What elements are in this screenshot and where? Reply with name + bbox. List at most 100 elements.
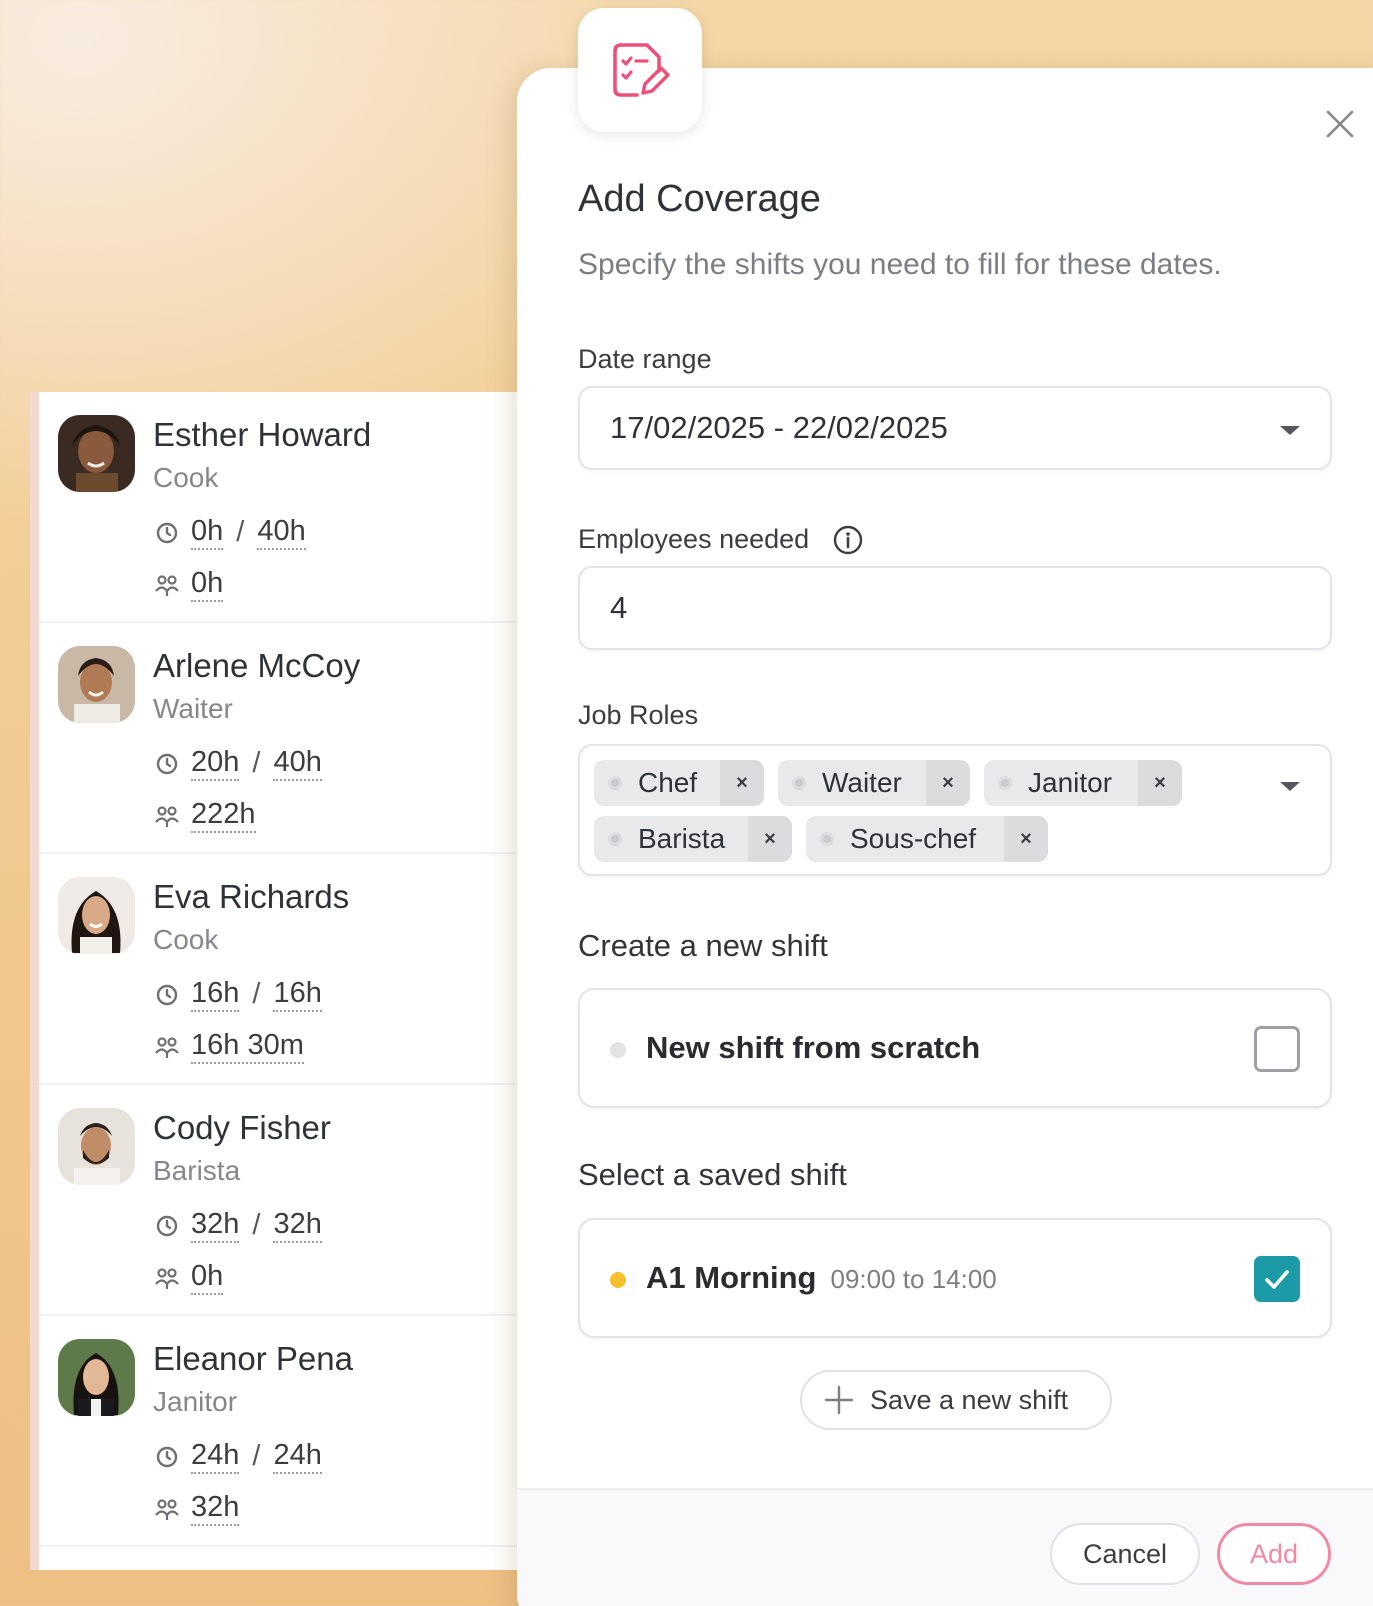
job-roles-label: Job Roles (578, 700, 699, 730)
employee-row[interactable]: Cody Fisher Barista 32h / 32h 0h (39, 1085, 590, 1316)
avatar (58, 1108, 135, 1185)
stat-separator: / (252, 978, 261, 1010)
date-range-select[interactable]: 17/02/2025 - 22/02/2025 (578, 386, 1332, 470)
close-icon (1326, 110, 1354, 138)
team-hours: 0h (191, 1260, 224, 1295)
employee-role: Barista (153, 1155, 241, 1186)
hours-total: 32h (273, 1208, 322, 1243)
users-icon (153, 1264, 181, 1292)
new-shift-label: New shift from scratch (646, 1030, 981, 1065)
team-hours: 0h (191, 567, 224, 602)
new-shift-checkbox[interactable] (1254, 1026, 1300, 1072)
chip-label: Sous-chef (850, 823, 977, 854)
chip-label: Chef (638, 767, 698, 798)
save-new-shift-label: Save a new shift (870, 1384, 1069, 1415)
chip-label: Janitor (1028, 767, 1113, 798)
hours-total: 40h (257, 515, 306, 550)
team-hours-stat: 16h 30m (153, 1029, 304, 1064)
saved-shift-name: A1 Morning (646, 1260, 817, 1295)
role-chip-janitor: Janitor × (984, 760, 1182, 806)
hours-worked: 0h (191, 515, 224, 550)
employee-row[interactable]: Eva Richards Cook 16h / 16h 16h 30m (39, 854, 590, 1085)
users-icon (153, 571, 181, 599)
employee-name: Arlene McCoy (153, 647, 361, 684)
employee-row[interactable]: Arlene McCoy Waiter 20h / 40h 222h (39, 623, 590, 854)
employee-role: Waiter (153, 693, 233, 724)
saved-shift-option[interactable]: A1 Morning 09:00 to 14:00 (578, 1218, 1332, 1338)
hours-stat: 24h / 24h (153, 1439, 322, 1474)
hours-total: 16h (273, 977, 322, 1012)
employees-needed-value: 4 (610, 590, 628, 625)
chip-label: Barista (638, 823, 726, 854)
team-hours-stat: 222h (153, 798, 256, 833)
cancel-button[interactable]: Cancel (1050, 1523, 1200, 1585)
team-hours: 16h 30m (191, 1029, 304, 1064)
info-icon[interactable] (832, 524, 864, 556)
employee-name: Cody Fisher (153, 1109, 331, 1146)
remove-janitor-button[interactable]: × (1138, 760, 1182, 806)
plus-icon (822, 1383, 856, 1417)
chip-label: Waiter (822, 767, 902, 798)
remove-sous-chef-button[interactable]: × (1004, 816, 1048, 862)
users-icon (153, 1033, 181, 1061)
stat-separator: / (252, 1209, 261, 1241)
job-roles-select[interactable]: Chef × Waiter × Janitor × Barista × Sous… (578, 744, 1332, 876)
role-chip-barista: Barista × (594, 816, 792, 862)
avatar (58, 877, 135, 954)
stat-separator: / (236, 516, 245, 548)
clock-icon (153, 1212, 181, 1240)
hours-worked: 16h (191, 977, 240, 1012)
chip-dot (792, 776, 806, 790)
users-icon (153, 802, 181, 830)
saved-shift-label: Select a saved shift (578, 1157, 847, 1192)
users-icon (153, 1495, 181, 1523)
hours-stat: 20h / 40h (153, 746, 322, 781)
employee-row[interactable]: Esther Howard Cook 0h / 40h 0h (39, 392, 590, 623)
remove-barista-button[interactable]: × (748, 816, 792, 862)
team-hours-stat: 0h (153, 567, 224, 602)
modal-title: Add Coverage (578, 178, 821, 220)
chevron-down-icon (1280, 426, 1300, 435)
chip-dot (820, 832, 834, 846)
employee-list: Esther Howard Cook 0h / 40h 0h Arlene Mc… (30, 392, 590, 1570)
hours-stat: 0h / 40h (153, 515, 306, 550)
hours-worked: 20h (191, 746, 240, 781)
add-button[interactable]: Add (1217, 1523, 1331, 1585)
clock-icon (153, 981, 181, 1009)
employee-role: Janitor (153, 1386, 238, 1417)
date-range-label: Date range (578, 344, 712, 374)
avatar (58, 646, 135, 723)
stat-separator: / (252, 747, 261, 779)
remove-chef-button[interactable]: × (720, 760, 764, 806)
hours-total: 24h (273, 1439, 322, 1474)
create-shift-label: Create a new shift (578, 928, 828, 963)
document-edit-icon (578, 8, 702, 132)
saved-shift-time: 09:00 to 14:00 (830, 1264, 997, 1294)
avatar (58, 1339, 135, 1416)
save-new-shift-button[interactable]: Save a new shift (800, 1370, 1112, 1430)
team-hours-stat: 32h (153, 1491, 240, 1526)
saved-shift-checkbox[interactable] (1254, 1256, 1300, 1302)
team-hours: 32h (191, 1491, 240, 1526)
chip-dot (608, 832, 622, 846)
stat-separator: / (252, 1440, 261, 1472)
role-chip-sous-chef: Sous-chef × (806, 816, 1048, 862)
hours-worked: 32h (191, 1208, 240, 1243)
close-button[interactable] (1320, 104, 1360, 144)
chip-dot (998, 776, 1012, 790)
team-hours-stat: 0h (153, 1260, 224, 1295)
employee-row[interactable]: Eleanor Pena Janitor 24h / 24h 32h (39, 1316, 590, 1547)
new-shift-option[interactable]: New shift from scratch (578, 988, 1332, 1108)
clock-icon (153, 519, 181, 547)
avatar (58, 415, 135, 492)
check-icon (1265, 1270, 1289, 1289)
employee-name: Eva Richards (153, 878, 350, 915)
employees-needed-label: Employees needed (578, 524, 810, 554)
chevron-down-icon (1280, 782, 1300, 791)
role-chip-chef: Chef × (594, 760, 764, 806)
remove-waiter-button[interactable]: × (926, 760, 970, 806)
employees-needed-input[interactable]: 4 (578, 566, 1332, 650)
saved-shift-title: A1 Morning 09:00 to 14:00 (646, 1220, 997, 1337)
employee-role: Cook (153, 924, 219, 955)
clock-icon (153, 750, 181, 778)
